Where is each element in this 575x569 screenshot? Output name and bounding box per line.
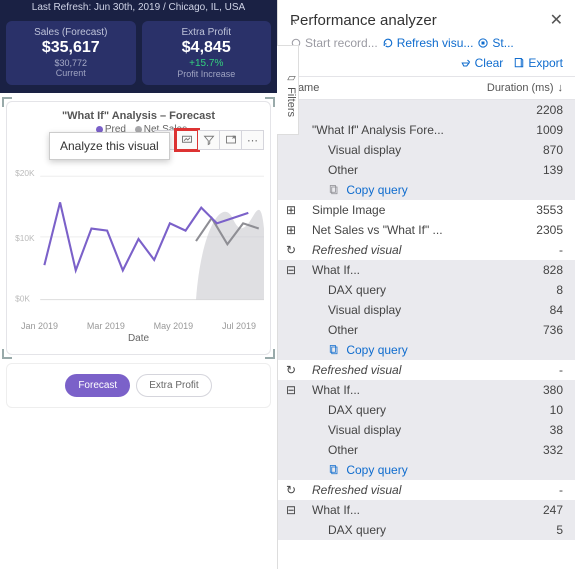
table-row: Other332	[278, 440, 575, 460]
expand-icon[interactable]: ⊞	[284, 223, 298, 237]
column-duration[interactable]: Duration (ms)	[487, 82, 554, 94]
refresh-icon: ↻	[284, 483, 298, 497]
expand-icon[interactable]: ⊞	[284, 203, 298, 217]
slicer: Forecast Extra Profit	[6, 363, 271, 408]
card-value: $4,845	[146, 39, 268, 57]
table-row: ↻Refreshed visual-	[278, 480, 575, 500]
table-row[interactable]: 2208	[278, 100, 575, 120]
x-axis-label: Date	[13, 333, 264, 344]
more-options-icon[interactable]: ⋯	[242, 130, 264, 150]
chart-visual[interactable]: Analyze this visual "What If" Analysis –…	[6, 101, 271, 355]
table-row: Visual display870	[278, 140, 575, 160]
card-sales-forecast[interactable]: Sales (Forecast) $35,617 $30,772 Current	[6, 21, 136, 85]
sort-arrow-icon[interactable]: ↓	[558, 82, 564, 94]
table-row: Other139	[278, 160, 575, 180]
resize-handle[interactable]	[2, 349, 12, 359]
pill-forecast[interactable]: Forecast	[65, 374, 130, 397]
filter-icon: ▱	[285, 71, 297, 87]
refresh-bar: Last Refresh: Jun 30th, 2019 / Chicago, …	[0, 0, 277, 15]
resize-handle[interactable]	[2, 97, 12, 107]
collapse-icon[interactable]: ⊟	[284, 383, 298, 397]
y-tick: $10K	[15, 233, 35, 243]
focus-mode-icon[interactable]	[220, 130, 242, 150]
table-row: Visual display84	[278, 300, 575, 320]
perf-list[interactable]: 2208 ⊟"What If" Analysis Fore...1009 Vis…	[278, 100, 575, 569]
table-row[interactable]: ⊟"What If" Analysis Fore...1009	[278, 120, 575, 140]
table-row: Visual display38	[278, 420, 575, 440]
filter-icon[interactable]	[198, 130, 220, 150]
table-row[interactable]: ⊟What If...380	[278, 380, 575, 400]
forecast-band	[196, 210, 264, 300]
refresh-icon: ↻	[284, 243, 298, 257]
stop-button[interactable]: St...	[477, 36, 513, 50]
clear-button[interactable]: Clear	[460, 56, 504, 70]
table-row: Other736	[278, 320, 575, 340]
collapse-icon[interactable]: ⊟	[284, 263, 298, 277]
table-row: ↻Refreshed visual-	[278, 360, 575, 380]
card-delta: +15.7%	[146, 58, 268, 69]
card-sub: Current	[10, 68, 132, 78]
y-tick: $0K	[15, 294, 30, 304]
filters-pane-tab[interactable]: ▱ Filters	[277, 45, 299, 135]
card-title: Sales (Forecast)	[10, 27, 132, 38]
copy-query-button[interactable]: Copy query	[278, 340, 575, 360]
tooltip-analyze-visual: Analyze this visual	[49, 132, 170, 160]
panel-title: Performance analyzer	[290, 12, 437, 29]
visual-toolbar: ? ⋯	[154, 130, 264, 150]
table-row: DAX query8	[278, 280, 575, 300]
card-value: $35,617	[10, 39, 132, 57]
collapse-icon[interactable]: ⊟	[284, 503, 298, 517]
table-row: DAX query10	[278, 400, 575, 420]
chevron-left-icon[interactable]: ‹	[293, 14, 297, 28]
chart-plot-area: $20K $10K $0K	[13, 159, 264, 319]
copy-query-button[interactable]: Copy query	[278, 180, 575, 200]
start-recording-button[interactable]: Start record...	[290, 36, 378, 50]
table-row[interactable]: ⊞Net Sales vs "What If" ...2305	[278, 220, 575, 240]
resize-handle[interactable]	[265, 97, 275, 107]
card-extra-profit[interactable]: Extra Profit $4,845 +15.7% Profit Increa…	[142, 21, 272, 85]
table-row[interactable]: ⊞Simple Image3553	[278, 200, 575, 220]
table-row[interactable]: ⊟What If...828	[278, 260, 575, 280]
card-title: Extra Profit	[146, 27, 268, 38]
table-row: ↻Refreshed visual-	[278, 240, 575, 260]
pill-extra-profit[interactable]: Extra Profit	[136, 374, 211, 397]
x-ticks: Jan 2019Mar 2019May 2019Jul 2019	[13, 321, 264, 331]
resize-handle[interactable]	[265, 349, 275, 359]
card-prev: $30,772	[10, 58, 132, 68]
close-icon[interactable]: ✕	[550, 10, 563, 30]
card-sub: Profit Increase	[146, 69, 268, 79]
copy-query-button[interactable]: Copy query	[278, 460, 575, 480]
refresh-icon: ↻	[284, 363, 298, 377]
export-button[interactable]: Export	[513, 56, 563, 70]
table-row: DAX query5	[278, 520, 575, 540]
refresh-visuals-button[interactable]: Refresh visu...	[382, 36, 474, 50]
analyze-visual-button[interactable]	[176, 130, 198, 150]
chart-title: "What If" Analysis – Forecast	[13, 110, 264, 122]
table-row[interactable]: ⊟What If...247	[278, 500, 575, 520]
y-tick: $20K	[15, 168, 35, 178]
